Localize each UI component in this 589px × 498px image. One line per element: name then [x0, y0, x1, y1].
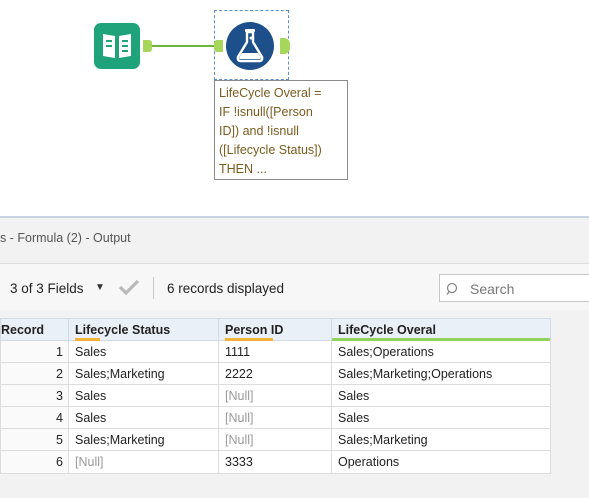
results-panel: s - Formula (2) - Output 3 of 3 Fields ▼… — [0, 216, 589, 498]
lifecycle-overal-cell[interactable]: Sales;Operations — [331, 340, 551, 363]
record-cell[interactable]: 5 — [0, 428, 69, 451]
column-type-indicator — [75, 338, 100, 341]
table-row[interactable]: 5 Sales;Marketing [Null] Sales;Marketing — [0, 428, 551, 451]
column-type-indicator — [225, 338, 273, 341]
lifecycle-overal-cell[interactable]: Sales — [331, 406, 551, 429]
person-id-cell[interactable]: [Null] — [218, 384, 332, 407]
record-cell[interactable]: 6 — [0, 450, 69, 474]
person-id-cell[interactable]: [Null] — [218, 428, 332, 451]
input-data-tool[interactable] — [94, 23, 140, 69]
results-toolbar: 3 of 3 Fields ▼ 6 records displayed — [0, 264, 589, 310]
formula-tool-input-anchor[interactable] — [214, 40, 223, 52]
toolbar-separator — [153, 277, 154, 299]
panel-divider[interactable] — [0, 216, 589, 218]
results-table: Record Lifecycle Status Person ID LifeCy… — [0, 318, 551, 474]
person-id-cell[interactable]: [Null] — [218, 406, 332, 429]
lifecycle-status-cell[interactable]: Sales;Marketing — [68, 428, 219, 451]
column-header-record[interactable]: Record — [0, 318, 69, 341]
record-cell[interactable]: 1 — [0, 340, 69, 363]
table-row[interactable]: 2 Sales;Marketing 2222 Sales;Marketing;Oper… — [0, 362, 551, 385]
lifecycle-status-cell[interactable]: Sales — [68, 340, 219, 363]
record-cell[interactable]: 3 — [0, 384, 69, 407]
search-box[interactable] — [439, 274, 589, 302]
person-id-cell[interactable]: 2222 — [218, 362, 332, 385]
table-header-row: Record Lifecycle Status Person ID LifeCy… — [0, 318, 551, 341]
connection-line[interactable] — [152, 45, 214, 47]
lifecycle-status-cell[interactable]: Sales — [68, 406, 219, 429]
column-header-person-id[interactable]: Person ID — [218, 318, 332, 341]
table-row[interactable]: 1 Sales 1111 Sales;Operations — [0, 340, 551, 363]
formula-tool-output-anchor[interactable] — [280, 38, 290, 54]
formula-annotation: LifeCycle Overal = IF !isnull([Person ID… — [214, 80, 348, 180]
records-count-label: 6 records displayed — [167, 281, 285, 296]
formula-tool[interactable] — [226, 22, 274, 70]
lifecycle-status-cell[interactable]: Sales — [68, 384, 219, 407]
results-title: s - Formula (2) - Output — [0, 231, 131, 245]
lifecycle-overal-cell[interactable]: Sales;Marketing;Operations — [331, 362, 551, 385]
lifecycle-overal-cell[interactable]: Operations — [331, 450, 551, 474]
table-row[interactable]: 6 [Null] 3333 Operations — [0, 450, 551, 474]
person-id-cell[interactable]: 3333 — [218, 450, 332, 474]
person-id-cell[interactable]: 1111 — [218, 340, 332, 363]
column-header-lifecycle-overal[interactable]: LifeCycle Overal — [331, 318, 551, 341]
lifecycle-status-cell[interactable]: [Null] — [68, 450, 219, 474]
chevron-down-icon[interactable]: ▼ — [95, 282, 105, 293]
column-type-indicator — [332, 338, 550, 341]
lifecycle-overal-cell[interactable]: Sales;Marketing — [331, 428, 551, 451]
workflow-canvas[interactable]: LifeCycle Overal = IF !isnull([Person ID… — [0, 0, 589, 215]
fields-dropdown[interactable]: 3 of 3 Fields — [10, 281, 84, 296]
input-tool-output-anchor[interactable] — [143, 40, 152, 52]
book-icon — [103, 34, 131, 58]
flask-icon — [236, 29, 264, 63]
check-icon[interactable] — [117, 277, 141, 302]
column-header-lifecycle-status[interactable]: Lifecycle Status — [68, 318, 219, 341]
search-icon — [446, 282, 458, 295]
search-input[interactable] — [468, 279, 589, 299]
lifecycle-overal-cell[interactable]: Sales — [331, 384, 551, 407]
lifecycle-status-cell[interactable]: Sales;Marketing — [68, 362, 219, 385]
table-row[interactable]: 3 Sales [Null] Sales — [0, 384, 551, 407]
record-cell[interactable]: 2 — [0, 362, 69, 385]
table-row[interactable]: 4 Sales [Null] Sales — [0, 406, 551, 429]
record-cell[interactable]: 4 — [0, 406, 69, 429]
